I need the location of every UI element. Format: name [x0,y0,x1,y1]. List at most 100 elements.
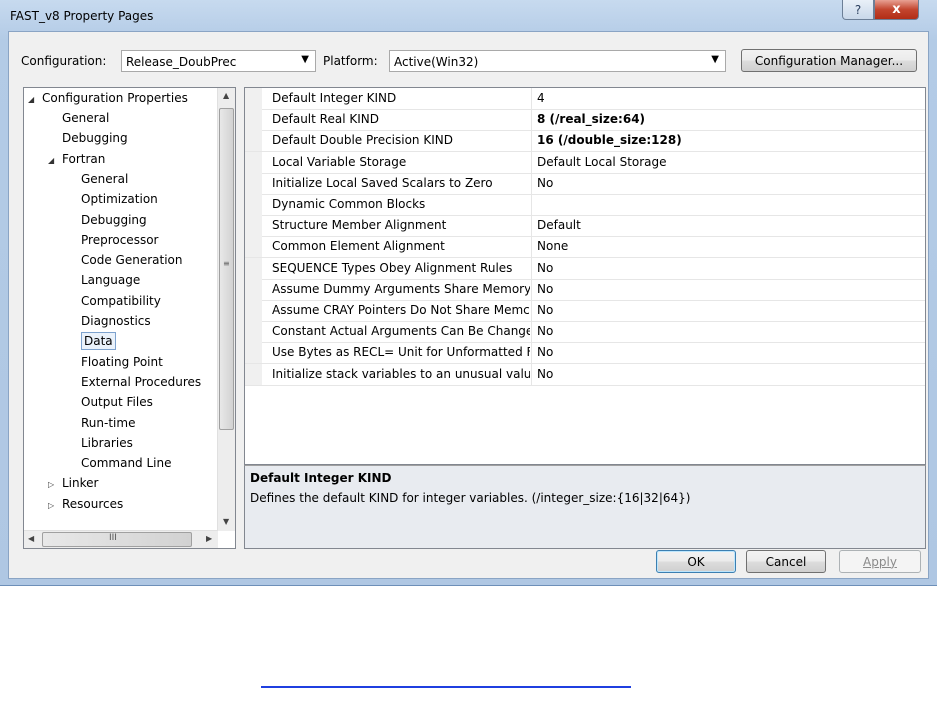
configuration-select[interactable]: Release_DoubPrec ▼ [121,50,316,72]
tree-horizontal-scrollbar[interactable]: ◀ III ▶ [24,530,218,548]
property-value[interactable]: 8 (/real_size:64) [537,112,645,126]
property-value[interactable]: Default Local Storage [537,155,667,169]
property-row[interactable]: Assume CRAY Pointers Do Not Share Memc No [245,300,925,322]
property-value[interactable]: 4 [537,91,545,105]
column-separator [531,363,532,385]
tree-item-label: Output Files [81,395,153,410]
category-tree[interactable]: ◢ Configuration Properties General Debuggi… [23,87,236,549]
property-value[interactable]: No [537,324,553,338]
platform-select[interactable]: Active(Win32) ▼ [389,50,726,72]
tree-item[interactable]: External Procedures [81,372,201,392]
property-value[interactable]: No [537,282,553,296]
property-row[interactable]: Initialize stack variables to an unusual… [245,363,925,386]
tree-item[interactable]: Run-time [81,413,135,433]
row-gutter [245,257,262,279]
property-value[interactable]: No [537,367,553,381]
column-separator [531,300,532,321]
tree-item-label: Libraries [81,435,133,450]
help-icon: ? [854,2,862,17]
grip-icon: III [109,533,117,543]
tree-item[interactable]: Data [81,331,116,351]
scroll-down-icon[interactable]: ▼ [223,517,229,526]
property-value[interactable]: No [537,345,553,359]
collapsed-triangle-icon[interactable]: ▷ [48,496,62,516]
property-value[interactable]: None [537,239,568,253]
tree-item[interactable]: Optimization [81,189,158,209]
row-gutter [245,151,262,173]
platform-label: Platform: [323,54,378,68]
property-row[interactable]: Assume Dummy Arguments Share Memory No [245,278,925,301]
tree-item-label: Optimization [81,192,158,207]
tree-item[interactable]: Debugging [62,128,128,148]
tree-vertical-scrollbar[interactable]: ▲ ≡ ▼ [217,88,235,531]
tree-scroll-thumb[interactable]: ≡ [219,108,234,430]
tree-item[interactable]: Libraries [81,433,133,453]
tree-item[interactable]: Preprocessor [81,230,158,250]
tree-item[interactable]: ▷ Linker [48,473,98,493]
tree-item[interactable]: Command Line [81,453,172,473]
configuration-manager-button[interactable]: Configuration Manager... [741,49,917,72]
row-gutter [245,172,262,194]
scroll-left-icon[interactable]: ◀ [28,534,34,543]
apply-button[interactable]: Apply [839,550,921,573]
tree-item[interactable]: Output Files [81,392,153,412]
row-gutter [245,130,262,152]
tree-item-label: Code Generation [81,253,183,268]
property-row[interactable]: Local Variable Storage Default Local Stor… [245,151,925,174]
property-row[interactable]: SEQUENCE Types Obey Alignment Rules No [245,257,925,280]
tree-item[interactable]: Code Generation [81,250,182,270]
help-button[interactable]: ? [842,0,874,20]
tree-item[interactable]: ▷ Resources [48,494,123,514]
property-value[interactable]: No [537,261,553,275]
scroll-up-icon[interactable]: ▲ [223,91,229,100]
expanded-triangle-icon[interactable]: ◢ [48,151,62,171]
expanded-triangle-icon[interactable]: ◢ [28,90,42,110]
close-button[interactable]: x [874,0,919,20]
property-row[interactable]: Common Element Alignment None [245,236,925,259]
property-name: Assume Dummy Arguments Share Memory [272,281,530,296]
property-row[interactable]: Constant Actual Arguments Can Be Change N… [245,321,925,344]
property-row[interactable]: Use Bytes as RECL= Unit for Unformatted … [245,342,925,365]
window-title: FAST_v8 Property Pages [10,9,154,23]
tree-item[interactable]: ◢ Fortran [48,149,105,169]
property-name: Default Double Precision KIND [272,133,453,148]
tree-item[interactable]: Compatibility [81,291,161,311]
tree-item-label: Command Line [81,456,172,471]
title-bar[interactable]: FAST_v8 Property Pages ? x [0,0,937,32]
property-row[interactable]: Structure Member Alignment Default [245,215,925,238]
tree-hscroll-thumb[interactable]: III [42,532,192,547]
tree-item[interactable]: Diagnostics [81,311,151,331]
tree-item[interactable]: Floating Point [81,352,163,372]
tree-item[interactable]: General [62,108,109,128]
property-name: Assume CRAY Pointers Do Not Share Memc [272,303,530,317]
tree-item-configuration-properties[interactable]: ◢ Configuration Properties [28,88,188,108]
property-row[interactable]: Default Integer KIND 4 [245,88,925,110]
tree-item[interactable]: Language [81,270,140,290]
property-row[interactable]: Default Real KIND 8 (/real_size:64) [245,109,925,132]
column-separator [531,130,532,152]
tree-item-label: General [81,171,129,186]
collapsed-triangle-icon[interactable]: ▷ [48,475,62,495]
property-name: Use Bytes as RECL= Unit for Unformatted … [272,345,530,360]
tree-item[interactable]: Debugging [81,210,147,230]
scroll-right-icon[interactable]: ▶ [206,534,212,543]
property-row[interactable]: Initialize Local Saved Scalars to Zero No [245,172,925,195]
property-name: Dynamic Common Blocks [272,197,426,211]
property-row[interactable]: Dynamic Common Blocks [245,194,925,216]
ok-label: OK [687,554,705,569]
property-grid[interactable]: Default Integer KIND 4 Default Real KIND 8 … [244,87,926,465]
property-value[interactable]: Default [537,218,581,232]
column-separator [531,109,532,131]
description-text: Defines the default KIND for integer var… [250,491,691,505]
property-pages-window: FAST_v8 Property Pages ? x Configuration… [0,0,937,586]
property-value[interactable]: 16 (/double_size:128) [537,133,682,147]
row-gutter [245,109,262,131]
property-row[interactable]: Default Double Precision KIND 16 (/double… [245,130,925,153]
tree-item[interactable]: General [81,169,128,189]
property-value[interactable]: No [537,176,553,190]
row-gutter [245,278,262,300]
cancel-button[interactable]: Cancel [746,550,826,573]
ok-button[interactable]: OK [656,550,736,573]
property-value[interactable]: No [537,303,553,317]
column-separator [531,278,532,300]
